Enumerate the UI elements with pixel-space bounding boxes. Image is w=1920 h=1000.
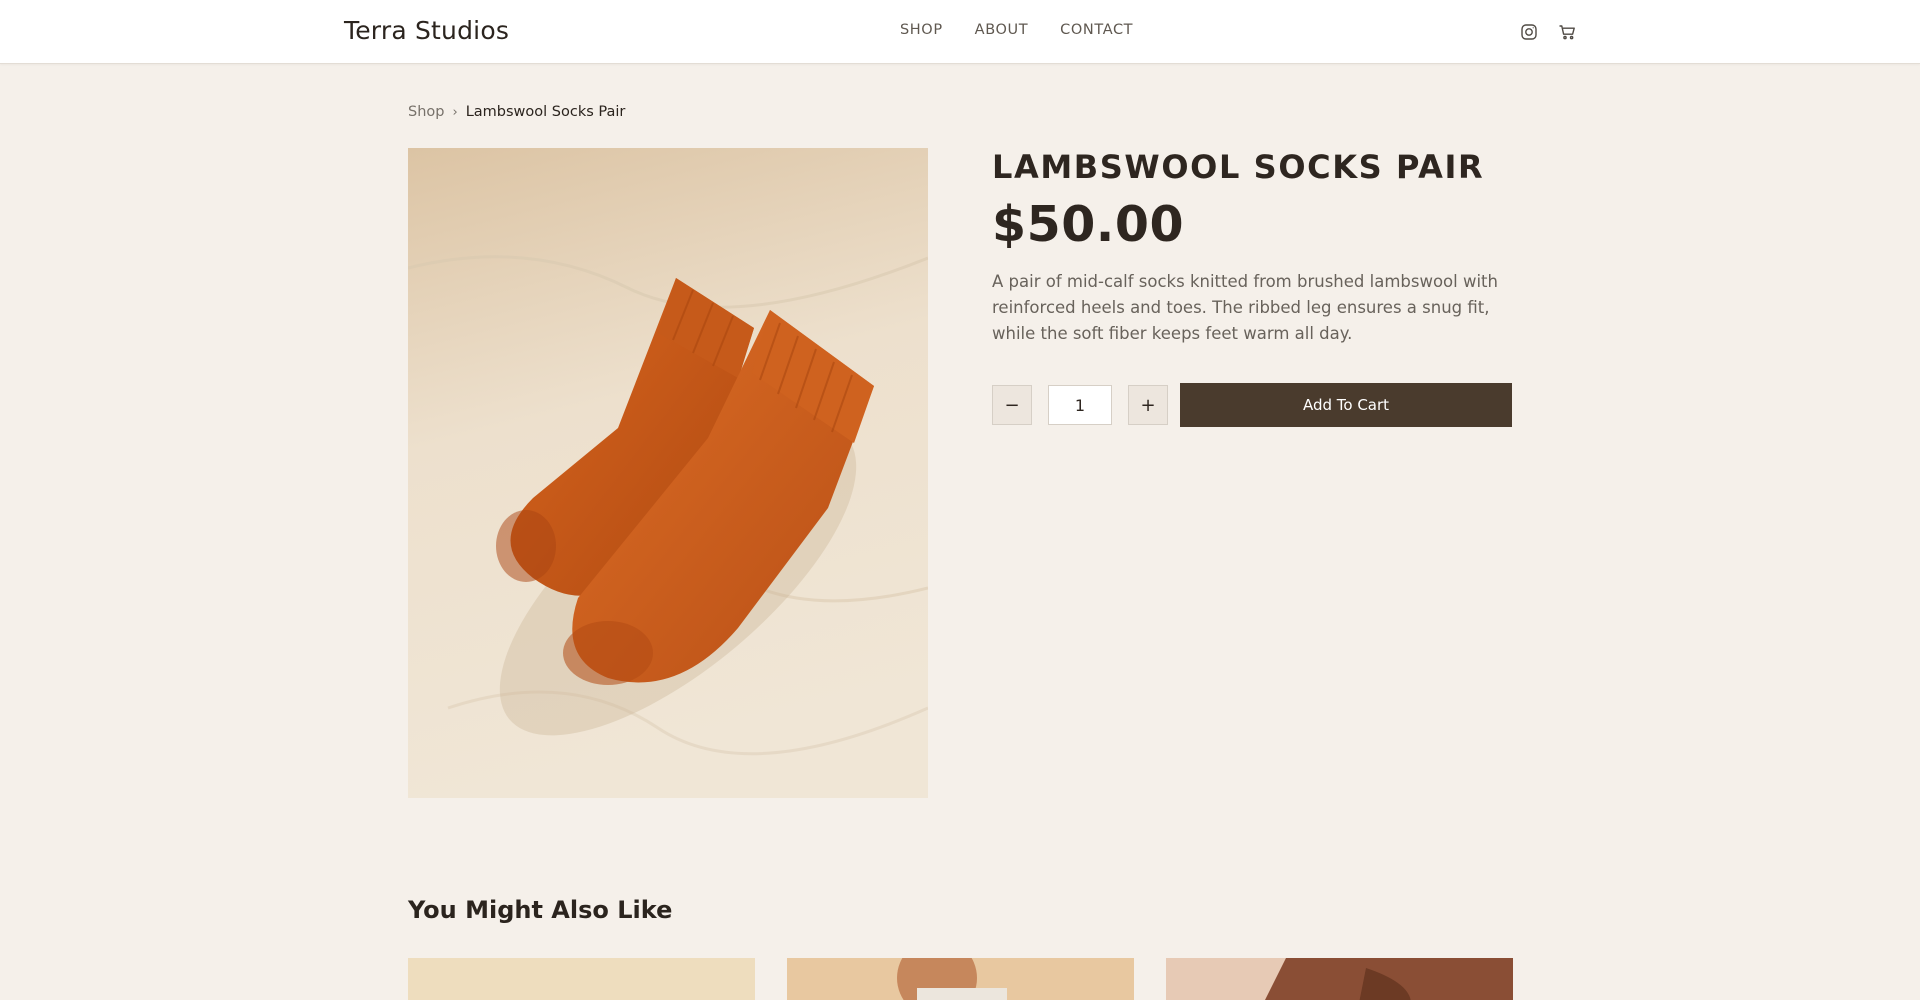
brand-logo[interactable]: Terra Studios [344, 16, 509, 45]
breadcrumb-shop-link[interactable]: Shop [408, 104, 444, 120]
related-product-card[interactable] [787, 958, 1134, 1000]
add-to-cart-button[interactable]: Add To Cart [1180, 383, 1512, 427]
product-price: $50.00 [992, 196, 1185, 253]
related-product-card[interactable] [408, 958, 755, 1000]
breadcrumb: Shop › Lambswool Socks Pair [408, 104, 625, 120]
site-header: Terra Studios SHOP ABOUT CONTACT [0, 0, 1920, 64]
product-info: LAMBSWOOL SOCKS PAIR $50.00 A pair of mi… [992, 148, 1512, 427]
instagram-icon[interactable] [1519, 22, 1539, 42]
breadcrumb-current: Lambswool Socks Pair [465, 104, 626, 120]
purchase-controls: − + Add To Cart [992, 383, 1512, 427]
nav-shop[interactable]: SHOP [900, 22, 943, 38]
cart-icon[interactable] [1557, 22, 1577, 42]
main-nav: SHOP ABOUT CONTACT [900, 22, 1133, 38]
product-description: A pair of mid-calf socks knitted from br… [992, 272, 1498, 343]
nav-about[interactable]: ABOUT [975, 22, 1029, 38]
nav-contact[interactable]: CONTACT [1060, 22, 1133, 38]
breadcrumb-separator: › [452, 104, 458, 120]
header-icons [1519, 22, 1577, 42]
quantity-increment-button[interactable]: + [1128, 385, 1168, 425]
product-title: LAMBSWOOL SOCKS PAIR [992, 148, 1485, 186]
related-heading: You Might Also Like [408, 896, 673, 924]
quantity-decrement-button[interactable]: − [992, 385, 1032, 425]
quantity-input[interactable] [1048, 385, 1112, 425]
product-image [408, 148, 928, 798]
related-product-card[interactable] [1166, 958, 1513, 1000]
